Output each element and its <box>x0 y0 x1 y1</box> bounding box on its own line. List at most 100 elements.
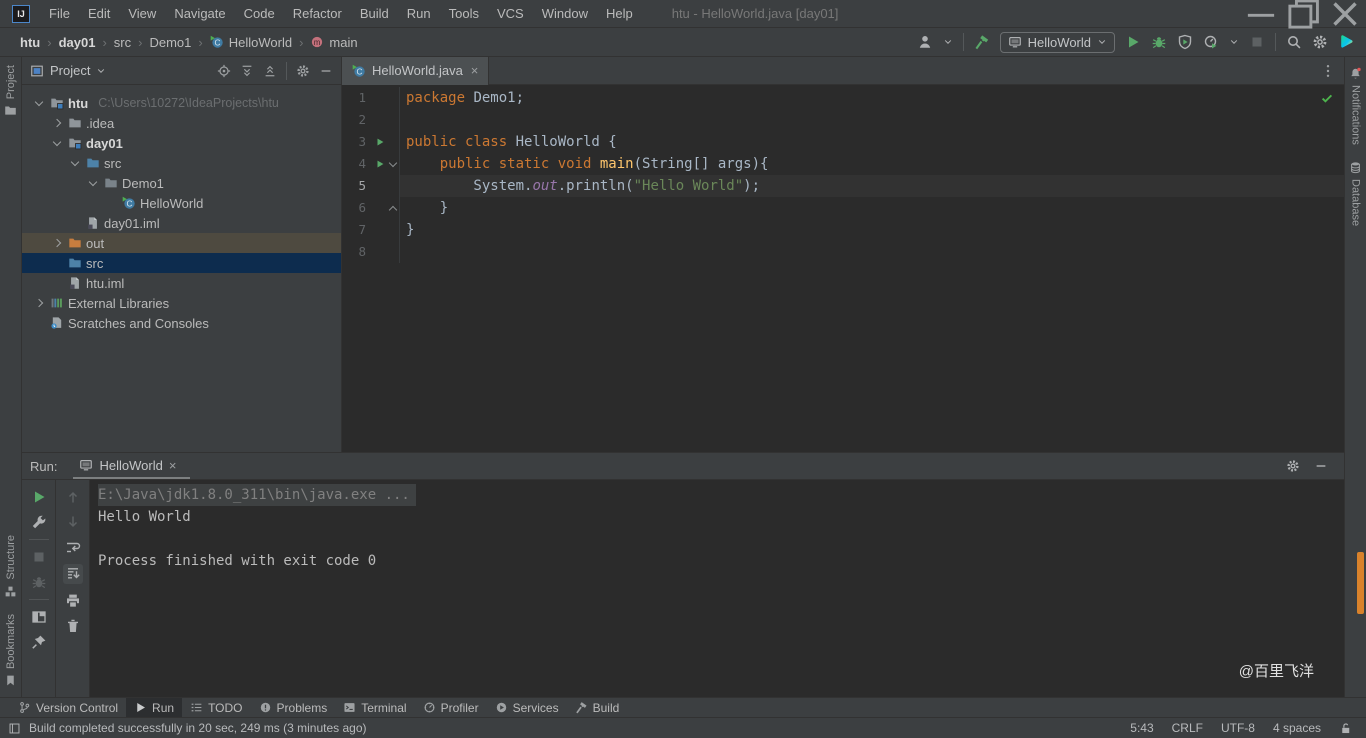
crumb-src[interactable]: src <box>114 35 131 50</box>
toolwindow-version-control[interactable]: Version Control <box>10 698 126 717</box>
menu-edit[interactable]: Edit <box>79 2 119 25</box>
menu-window[interactable]: Window <box>533 2 597 25</box>
status-item-crlf[interactable]: CRLF <box>1172 721 1203 735</box>
project-panel-title[interactable]: Project <box>50 63 90 78</box>
run-button-icon[interactable] <box>1125 34 1141 50</box>
toolwindow-run[interactable]: Run <box>126 698 183 717</box>
hide-run-panel-icon[interactable] <box>1314 459 1328 473</box>
gutter-run-icon[interactable] <box>375 137 385 147</box>
soft-wrap-icon[interactable] <box>65 539 81 555</box>
toolwindow-todo[interactable]: TODO <box>182 698 250 717</box>
tree-row-day01-iml[interactable]: day01.iml <box>22 213 341 233</box>
stripe-item-project[interactable]: Project <box>4 65 17 117</box>
run-panel-settings-gear-icon[interactable] <box>1286 459 1300 473</box>
scroll-to-end-icon[interactable] <box>62 564 83 584</box>
project-tree[interactable]: htu C:\Users\10272\IdeaProjects\htu .idea d… <box>22 85 341 452</box>
tree-row-src[interactable]: src <box>22 253 341 273</box>
crumb-main[interactable]: m main <box>310 35 358 50</box>
tree-row-htu-iml[interactable]: htu.iml <box>22 273 341 293</box>
menu-file[interactable]: File <box>40 2 79 25</box>
inspections-ok-check-icon[interactable] <box>1320 91 1334 105</box>
chevron-down-icon[interactable] <box>96 66 106 76</box>
tree-row-scratches-and-consoles[interactable]: Scratches and Consoles <box>22 313 341 333</box>
restore-window-icon[interactable] <box>1282 0 1324 29</box>
menu-vcs[interactable]: VCS <box>488 2 533 25</box>
chevron-down-icon[interactable] <box>1229 37 1239 47</box>
tree-row-helloworld[interactable]: C HelloWorld <box>22 193 341 213</box>
menu-refactor[interactable]: Refactor <box>284 2 351 25</box>
tree-closed-arrow-icon[interactable] <box>50 240 64 246</box>
tree-open-arrow-icon[interactable] <box>32 102 46 105</box>
fold-marker-icon[interactable] <box>388 205 398 214</box>
tree-open-arrow-icon[interactable] <box>50 142 64 145</box>
panel-settings-gear-icon[interactable] <box>296 64 310 78</box>
status-item-utf-8[interactable]: UTF-8 <box>1221 721 1255 735</box>
tree-closed-arrow-icon[interactable] <box>32 300 46 306</box>
close-tab-icon[interactable]: × <box>471 63 479 78</box>
debug-button-icon[interactable] <box>1151 34 1167 50</box>
minimize-window-icon[interactable] <box>1240 0 1282 27</box>
close-run-tab-icon[interactable]: × <box>169 458 177 473</box>
tab-helloworld-java[interactable]: C HelloWorld.java × <box>342 56 490 85</box>
restore-layout-icon[interactable] <box>31 609 47 625</box>
hide-panel-icon[interactable] <box>319 64 333 78</box>
clear-all-trash-icon[interactable] <box>65 618 81 634</box>
profiler-button-icon[interactable] <box>1203 34 1219 50</box>
toolwindow-terminal[interactable]: Terminal <box>335 698 414 717</box>
tree-row-out[interactable]: out <box>22 233 341 253</box>
tree-row-external-libraries[interactable]: External Libraries <box>22 293 341 313</box>
build-hammer-icon[interactable] <box>974 34 990 50</box>
panel-view-icon[interactable] <box>30 64 44 78</box>
menu-build[interactable]: Build <box>351 2 398 25</box>
chevron-down-icon[interactable] <box>943 37 953 47</box>
code-editor[interactable]: 1 package Demo1; 2 3 public class HelloWorld… <box>342 85 1344 452</box>
menu-tools[interactable]: Tools <box>440 2 488 25</box>
editor-line-4[interactable]: 4 public static void main(String[] args)… <box>342 153 1344 175</box>
expand-all-icon[interactable] <box>240 64 254 78</box>
tree-row-day01[interactable]: day01 <box>22 133 341 153</box>
crumb-demo1[interactable]: Demo1 <box>149 35 191 50</box>
menu-code[interactable]: Code <box>235 2 284 25</box>
select-opened-file-icon[interactable] <box>217 64 231 78</box>
tree-closed-arrow-icon[interactable] <box>50 120 64 126</box>
toolwindow-services[interactable]: Services <box>487 698 567 717</box>
editor-line-5[interactable]: 5 System.out.println("Hello World"); <box>342 175 1344 197</box>
tree-row-htu[interactable]: htu C:\Users\10272\IdeaProjects\htu <box>22 93 341 113</box>
run-tab-helloworld[interactable]: HelloWorld × <box>73 453 191 479</box>
editor-line-7[interactable]: 7} <box>342 219 1344 241</box>
editor-options-ellipsis-icon[interactable] <box>1320 63 1344 79</box>
rerun-icon[interactable] <box>31 489 47 505</box>
status-item-4-spaces[interactable]: 4 spaces <box>1273 721 1321 735</box>
search-everywhere-icon[interactable] <box>1286 34 1302 50</box>
settings-gear-icon[interactable] <box>1312 34 1328 50</box>
toolbox-gradient-icon[interactable] <box>1338 34 1354 50</box>
crumb-htu[interactable]: htu <box>20 35 40 50</box>
toolwindow-toggle-icon[interactable] <box>8 722 21 735</box>
stripe-item-bookmarks[interactable]: Bookmarks <box>4 614 17 687</box>
toolwindow-build[interactable]: Build <box>567 698 628 717</box>
menu-help[interactable]: Help <box>597 2 642 25</box>
tree-row-idea[interactable]: .idea <box>22 113 341 133</box>
crumb-day01[interactable]: day01 <box>59 35 96 50</box>
menu-run[interactable]: Run <box>398 2 440 25</box>
editor-line-2[interactable]: 2 <box>342 109 1344 131</box>
stripe-item-database[interactable]: Database <box>1349 161 1362 226</box>
run-configuration-select[interactable]: HelloWorld <box>999 31 1115 53</box>
coverage-button-icon[interactable] <box>1177 34 1193 50</box>
toolwindow-problems[interactable]: Problems <box>251 698 336 717</box>
editor-line-1[interactable]: 1 package Demo1; <box>342 87 1344 109</box>
tree-row-src[interactable]: src <box>22 153 341 173</box>
stripe-item-structure[interactable]: Structure <box>4 535 17 598</box>
gutter-run-icon[interactable] <box>375 159 385 169</box>
tree-open-arrow-icon[interactable] <box>68 162 82 165</box>
menu-view[interactable]: View <box>119 2 165 25</box>
editor-line-6[interactable]: 6 } <box>342 197 1344 219</box>
close-window-icon[interactable] <box>1324 0 1366 27</box>
collapse-all-icon[interactable] <box>263 64 277 78</box>
editor-line-8[interactable]: 8 <box>342 241 1344 263</box>
menu-navigate[interactable]: Navigate <box>165 2 234 25</box>
print-icon[interactable] <box>65 593 81 609</box>
crumb-helloworld[interactable]: C HelloWorld <box>210 35 292 50</box>
status-item-5-43[interactable]: 5:43 <box>1130 721 1153 735</box>
profile-icon[interactable] <box>917 34 933 50</box>
